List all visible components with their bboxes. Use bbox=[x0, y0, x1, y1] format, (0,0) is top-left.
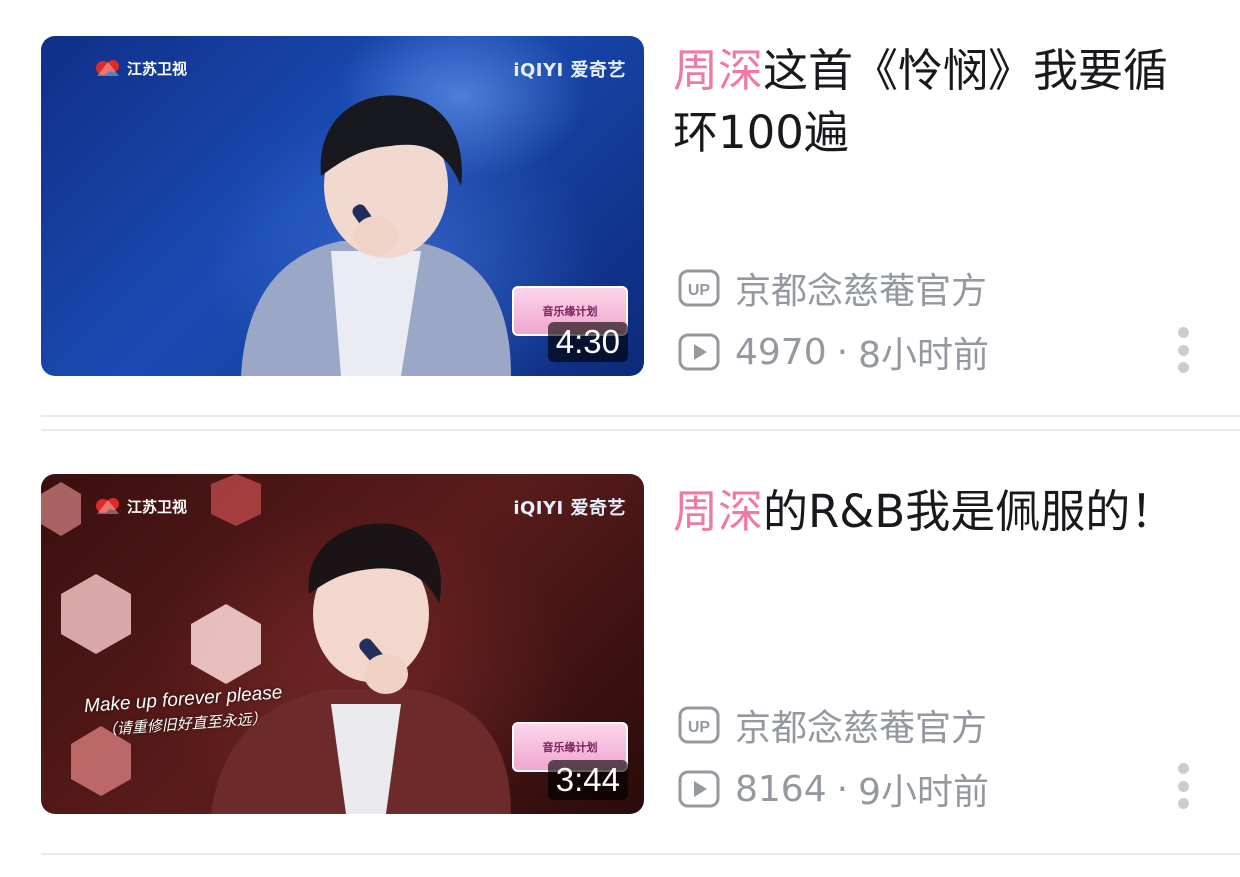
meta-separator: · bbox=[836, 331, 849, 373]
station-logo: 江苏卫视 bbox=[93, 494, 187, 518]
divider bbox=[41, 853, 1240, 855]
up-badge-icon: UP bbox=[678, 269, 720, 307]
video-thumbnail[interactable]: 江苏卫视 iQIYI 爱奇艺 音乐缘计划 4:30 bbox=[41, 36, 644, 376]
video-title[interactable]: 周深的R&B我是佩服的！ bbox=[673, 481, 1193, 543]
up-badge-icon: UP bbox=[678, 706, 720, 744]
svg-text:UP: UP bbox=[688, 282, 711, 299]
title-highlight: 周深 bbox=[673, 485, 764, 538]
more-vertical-icon[interactable] bbox=[1172, 763, 1194, 809]
video-card[interactable]: 江苏卫视 iQIYI 爱奇艺 Make up forever please （请… bbox=[0, 437, 1240, 857]
play-count-icon bbox=[678, 770, 720, 808]
title-highlight: 周深 bbox=[673, 44, 764, 97]
svg-text:UP: UP bbox=[688, 719, 711, 736]
station-mark-icon bbox=[96, 498, 119, 514]
platform-logo: iQIYI 爱奇艺 bbox=[513, 60, 626, 81]
video-thumbnail[interactable]: 江苏卫视 iQIYI 爱奇艺 Make up forever please （请… bbox=[41, 474, 644, 814]
play-count-icon bbox=[678, 333, 720, 371]
video-card[interactable]: 江苏卫视 iQIYI 爱奇艺 音乐缘计划 4:30 周深这首《怜悯》我要循环10… bbox=[0, 0, 1240, 420]
divider bbox=[41, 415, 1240, 417]
uploader-name[interactable]: 京都念慈菴官方 bbox=[735, 699, 987, 751]
duration-badge: 3:44 bbox=[547, 760, 628, 800]
view-count: 4970 bbox=[735, 331, 827, 373]
meta-separator: · bbox=[836, 768, 849, 810]
title-text: 的R&B我是佩服的！ bbox=[763, 485, 1176, 538]
duration-badge: 4:30 bbox=[547, 322, 628, 362]
stats-row: 4970 · 8小时前 bbox=[677, 326, 989, 378]
video-title[interactable]: 周深这首《怜悯》我要循环100遍 bbox=[673, 40, 1193, 164]
platform-logo: iQIYI 爱奇艺 bbox=[513, 498, 626, 519]
view-count: 8164 bbox=[735, 768, 827, 810]
uploader-row[interactable]: UP 京都念慈菴官方 bbox=[677, 262, 987, 314]
stats-row: 8164 · 9小时前 bbox=[677, 763, 989, 815]
divider bbox=[41, 429, 1240, 431]
uploader-row[interactable]: UP 京都念慈菴官方 bbox=[677, 699, 987, 751]
more-vertical-icon[interactable] bbox=[1172, 327, 1194, 373]
station-mark-icon bbox=[96, 60, 119, 76]
station-logo: 江苏卫视 bbox=[93, 56, 187, 80]
time-ago: 8小时前 bbox=[858, 335, 989, 376]
time-ago: 9小时前 bbox=[858, 772, 989, 813]
uploader-name[interactable]: 京都念慈菴官方 bbox=[735, 262, 987, 314]
